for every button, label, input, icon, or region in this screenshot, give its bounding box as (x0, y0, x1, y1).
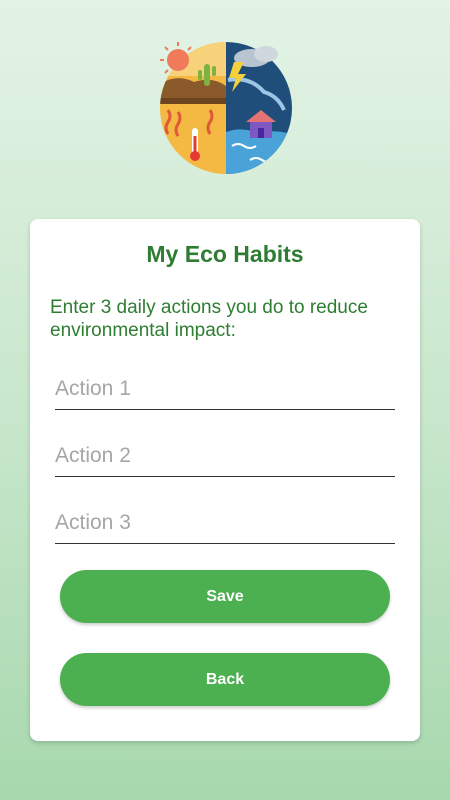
action-2-input[interactable] (55, 436, 395, 477)
instructions-text: Enter 3 daily actions you do to reduce e… (50, 297, 368, 341)
page-title: My Eco Habits (146, 241, 304, 267)
action-3-input[interactable] (55, 503, 395, 544)
eco-habits-card: My Eco Habits Enter 3 daily actions you … (30, 219, 420, 741)
save-button[interactable]: Save (60, 570, 390, 623)
climate-change-globe-icon (154, 36, 298, 180)
action-1-input[interactable] (55, 369, 395, 410)
back-button[interactable]: Back (60, 653, 390, 706)
